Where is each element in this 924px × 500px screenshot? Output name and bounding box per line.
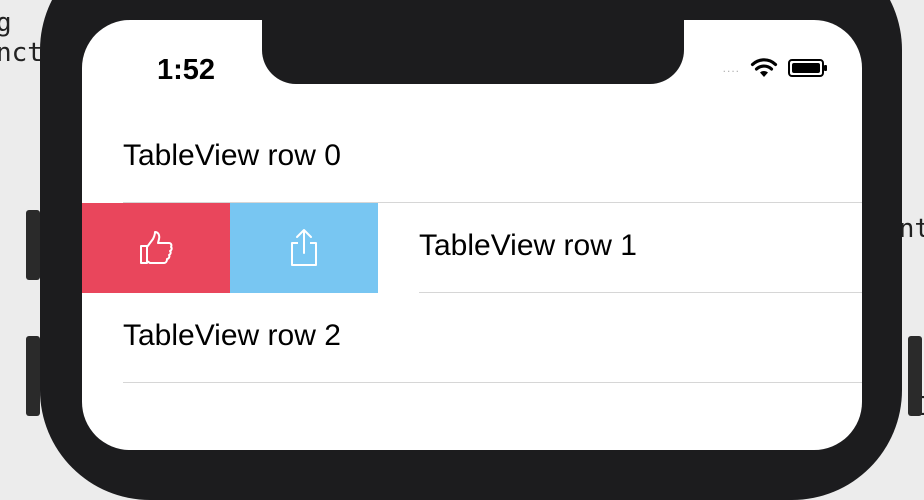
table-row[interactable]: TableView row 2	[82, 293, 862, 383]
table-row-label: TableView row 1	[419, 229, 637, 262]
row-separator	[123, 382, 862, 383]
phone-screen: 1:52 .... TableView row 0 TableView row …	[82, 20, 862, 450]
share-action-button[interactable]	[230, 203, 378, 293]
notch	[262, 20, 684, 84]
mute-switch[interactable]	[26, 210, 40, 280]
cellular-signal-icon: ....	[722, 61, 740, 75]
table-row[interactable]: TableView row 0	[82, 113, 862, 203]
table-row-label: TableView row 0	[123, 139, 341, 172]
background-code-line: g	[0, 8, 12, 38]
background-code-right: nt	[898, 214, 924, 244]
share-icon	[291, 229, 317, 266]
volume-button[interactable]	[26, 336, 40, 416]
status-icons: ....	[722, 58, 827, 78]
power-button[interactable]	[908, 336, 922, 416]
status-time: 1:52	[157, 54, 216, 86]
table-row-swiped[interactable]: TableView row 1	[82, 203, 862, 293]
background-code-left: g nct	[0, 8, 43, 68]
background-code-line: nct	[0, 38, 43, 68]
thumbs-up-icon	[140, 231, 173, 264]
battery-icon	[788, 59, 827, 77]
wifi-icon	[750, 58, 778, 77]
table-row-label: TableView row 2	[123, 319, 341, 352]
like-action-button[interactable]	[82, 203, 230, 293]
